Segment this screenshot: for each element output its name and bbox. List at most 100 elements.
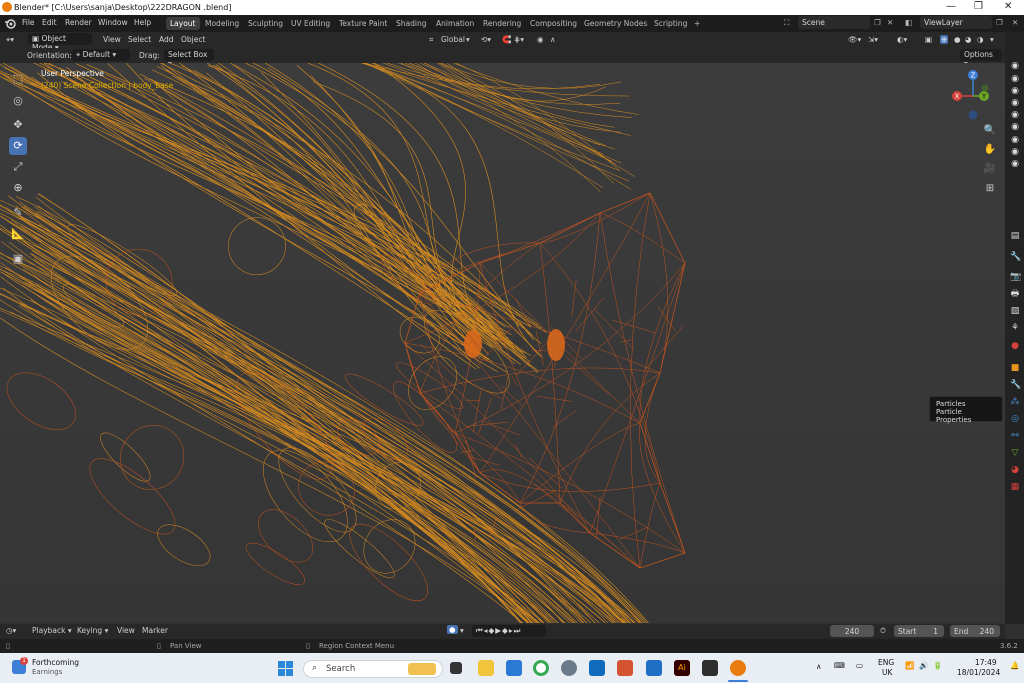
chevron-down-icon[interactable]: ▾ bbox=[466, 35, 470, 44]
camera-view-icon[interactable]: 🎥 bbox=[982, 161, 998, 177]
properties-editor-icon[interactable]: ▤ bbox=[1010, 231, 1020, 241]
overlay-toggle-icon[interactable]: ◐▾ bbox=[897, 35, 907, 44]
orientation-dropdown[interactable]: ⌖ Default ▾ bbox=[72, 49, 130, 61]
menu-window[interactable]: Window bbox=[98, 18, 128, 27]
tool-properties-icon[interactable]: 🔧 bbox=[1010, 252, 1021, 262]
tab-scripting[interactable]: Scripting bbox=[650, 17, 691, 30]
close-button[interactable]: ✕ bbox=[1004, 1, 1012, 12]
menu-timeline-view[interactable]: View bbox=[117, 626, 135, 635]
tab-texture-paint[interactable]: Texture Paint bbox=[335, 17, 391, 30]
transform-tool-icon[interactable]: ⊕ bbox=[9, 179, 27, 197]
snap-settings-icon[interactable]: ⋕▾ bbox=[514, 35, 524, 44]
tab-geometry-nodes[interactable]: Geometry Nodes bbox=[580, 17, 651, 30]
gizmo-neg-y-axis[interactable] bbox=[981, 84, 989, 92]
collection-camera-icon[interactable]: ◉ bbox=[1010, 159, 1020, 169]
texture-properties-icon[interactable]: ▦ bbox=[1010, 482, 1020, 492]
current-frame-field[interactable]: 240 bbox=[830, 625, 874, 637]
object-properties-icon[interactable]: ■ bbox=[1010, 363, 1020, 373]
menu-marker[interactable]: Marker bbox=[142, 626, 168, 635]
particle-properties-icon[interactable]: ⁂ bbox=[1010, 397, 1020, 407]
cursor-tool-icon[interactable]: ◎ bbox=[9, 92, 27, 110]
modifier-properties-icon[interactable]: 🔧 bbox=[1010, 380, 1021, 390]
collection-camera-icon[interactable]: ◉ bbox=[1010, 74, 1020, 84]
editor-type-icon[interactable]: ⌖▾ bbox=[6, 35, 14, 45]
menu-view[interactable]: View bbox=[103, 35, 121, 44]
scene-properties-icon[interactable]: ⚘ bbox=[1010, 323, 1020, 333]
display-icon[interactable]: ▭ bbox=[856, 661, 863, 670]
menu-playback[interactable]: Playback ▾ bbox=[32, 626, 72, 635]
pan-hand-icon[interactable]: ✋ bbox=[982, 142, 998, 158]
measure-tool-icon[interactable]: 📐 bbox=[9, 225, 27, 243]
tab-animation[interactable]: Animation bbox=[432, 17, 478, 30]
file-explorer-icon[interactable] bbox=[478, 660, 494, 676]
tray-chevron-icon[interactable]: ∧ bbox=[816, 662, 822, 671]
minimize-button[interactable]: — bbox=[946, 1, 956, 12]
physics-properties-icon[interactable]: ◎ bbox=[1010, 414, 1020, 424]
menu-add[interactable]: Add bbox=[159, 35, 174, 44]
drag-dropdown[interactable]: Select Box ▾ bbox=[164, 49, 214, 68]
visibility-icon[interactable]: 👁▾ bbox=[848, 35, 861, 44]
snap-icon[interactable]: 🧲 bbox=[502, 35, 511, 44]
blender-taskbar-icon[interactable] bbox=[730, 660, 746, 676]
scene-selector[interactable]: Scene bbox=[798, 16, 870, 29]
perspective-toggle-icon[interactable]: ⊞ bbox=[982, 181, 998, 197]
playback-controls[interactable]: ⏮◂◆▶◆▸⏭ bbox=[472, 625, 546, 637]
rendered-shading-icon[interactable]: ◑ bbox=[977, 35, 984, 44]
viewlayer-selector[interactable]: ViewLayer bbox=[920, 16, 992, 29]
tab-compositing[interactable]: Compositing bbox=[526, 17, 581, 30]
collection-camera-icon[interactable]: ◉ bbox=[1010, 147, 1020, 157]
tab-sculpting[interactable]: Sculpting bbox=[244, 17, 287, 30]
collection-camera-icon[interactable]: ◉ bbox=[1010, 86, 1020, 96]
xray-toggle-icon[interactable]: ▣ bbox=[925, 35, 932, 44]
shading-options-icon[interactable]: ▾ bbox=[990, 35, 994, 44]
chrome-icon[interactable] bbox=[533, 660, 549, 676]
settings-gear-icon[interactable] bbox=[561, 660, 577, 676]
wireframe-shading-icon[interactable]: ⊕ bbox=[940, 35, 949, 44]
language-indicator[interactable]: ENG bbox=[878, 658, 894, 667]
store-icon[interactable] bbox=[506, 660, 522, 676]
volume-icon[interactable]: 🔊 bbox=[919, 661, 928, 670]
add-workspace-button[interactable]: + bbox=[690, 17, 704, 30]
transform-orientation-dropdown[interactable]: Global bbox=[441, 35, 465, 44]
pivot-point-icon[interactable]: ⟲▾ bbox=[481, 35, 491, 44]
sticky-notes-icon[interactable] bbox=[702, 660, 718, 676]
scale-tool-icon[interactable]: ⤢ bbox=[9, 158, 27, 176]
render-properties-icon[interactable]: 📷 bbox=[1010, 272, 1021, 282]
rotate-tool-icon[interactable]: ⟳ bbox=[9, 137, 27, 155]
outlook-icon[interactable] bbox=[589, 660, 605, 676]
gizmo-neg-z-axis[interactable] bbox=[968, 110, 978, 120]
chevron-down-icon[interactable]: ▾ bbox=[460, 626, 464, 635]
menu-keying[interactable]: Keying ▾ bbox=[77, 626, 108, 635]
menu-object[interactable]: Object bbox=[181, 35, 205, 44]
news-title[interactable]: Forthcoming bbox=[32, 658, 79, 667]
blender-menu-icon[interactable] bbox=[4, 18, 16, 29]
wifi-icon[interactable]: 📶 bbox=[905, 661, 914, 670]
constraint-properties-icon[interactable]: ⚯ bbox=[1010, 431, 1020, 441]
falloff-icon[interactable]: ∧ bbox=[550, 35, 556, 44]
move-tool-icon[interactable]: ✥ bbox=[9, 116, 27, 134]
annotate-tool-icon[interactable]: ✎ bbox=[9, 204, 27, 222]
new-scene-icon[interactable]: ❐ bbox=[874, 18, 881, 27]
battery-icon[interactable]: 🔋 bbox=[933, 661, 942, 670]
collection-camera-icon[interactable]: ◉ bbox=[1010, 122, 1020, 132]
add-cube-tool-icon[interactable]: ▣ bbox=[9, 250, 27, 268]
menu-render[interactable]: Render bbox=[65, 18, 92, 27]
end-frame-field[interactable]: End 240 bbox=[950, 625, 1000, 637]
menu-help[interactable]: Help bbox=[134, 18, 151, 27]
task-view-icon[interactable] bbox=[450, 662, 462, 674]
collection-camera-icon[interactable]: ◉ bbox=[1010, 135, 1020, 145]
tab-uv-editing[interactable]: UV Editing bbox=[287, 17, 334, 30]
menu-select[interactable]: Select bbox=[128, 35, 151, 44]
maximize-button[interactable]: ❐ bbox=[974, 1, 983, 12]
material-properties-icon[interactable]: ◕ bbox=[1010, 465, 1020, 475]
collection-camera-icon[interactable]: ◉ bbox=[1010, 98, 1020, 108]
output-properties-icon[interactable]: 🖶 bbox=[1010, 289, 1020, 299]
new-viewlayer-icon[interactable]: ❐ bbox=[996, 18, 1003, 27]
world-properties-icon[interactable]: ● bbox=[1010, 341, 1020, 351]
notification-icon[interactable]: 🔔 bbox=[1010, 661, 1019, 670]
proportional-edit-icon[interactable]: ◉ bbox=[537, 35, 544, 44]
delete-viewlayer-icon[interactable]: ✕ bbox=[1012, 18, 1018, 27]
timeline-editor-icon[interactable]: ◷▾ bbox=[6, 626, 16, 635]
tab-shading[interactable]: Shading bbox=[392, 17, 430, 30]
start-frame-field[interactable]: Start 1 bbox=[894, 625, 944, 637]
